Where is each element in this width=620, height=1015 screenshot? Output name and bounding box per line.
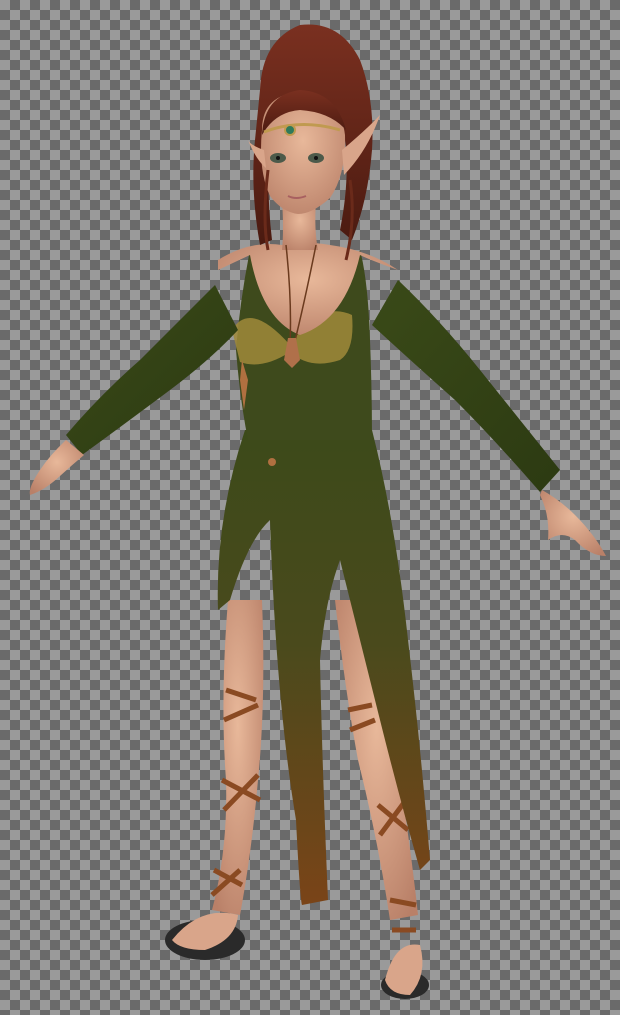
circlet-gem-icon bbox=[284, 124, 296, 136]
left-hand bbox=[29, 440, 84, 495]
right-sleeve bbox=[372, 280, 560, 492]
transparent-canvas bbox=[0, 0, 620, 1015]
right-hand bbox=[540, 490, 606, 556]
left-sleeve bbox=[66, 285, 238, 455]
elf-character-figure bbox=[29, 24, 606, 999]
left-leg bbox=[212, 600, 264, 915]
